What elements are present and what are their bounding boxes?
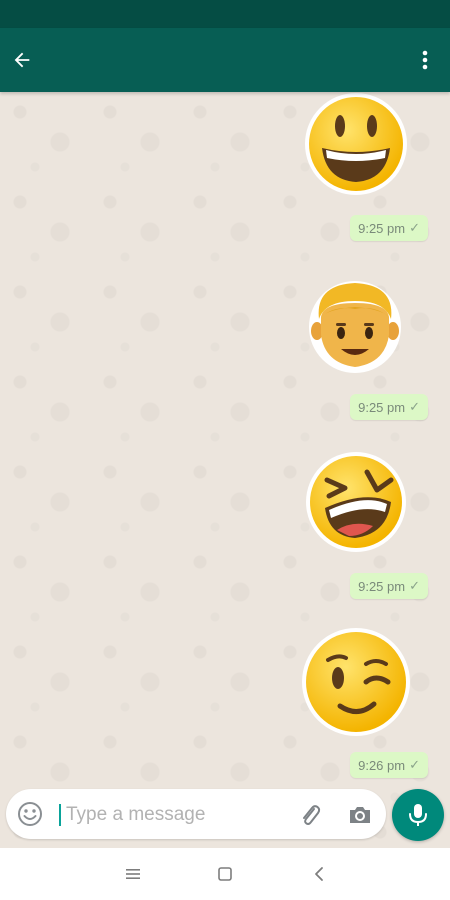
back-chevron-icon bbox=[315, 867, 323, 881]
attach-button[interactable] bbox=[296, 801, 324, 829]
more-vert-icon bbox=[422, 50, 428, 70]
message-meta: 9:26 pm ✓ bbox=[350, 752, 428, 778]
emoji-button[interactable] bbox=[16, 800, 44, 828]
overflow-menu-button[interactable] bbox=[410, 42, 440, 78]
sticker-message[interactable] bbox=[300, 626, 412, 738]
message-time: 9:25 pm bbox=[358, 399, 406, 415]
chat-area: 9:25 pm ✓ 9:25 pm ✓ 9:25 pm ✓ 9:26 pm ✓ bbox=[0, 92, 450, 847]
paperclip-icon bbox=[303, 805, 321, 825]
laughing-squint-face-sticker bbox=[306, 452, 406, 552]
message-time: 9:26 pm bbox=[358, 757, 406, 773]
sent-check-icon: ✓ bbox=[409, 757, 420, 772]
camera-button[interactable] bbox=[346, 801, 374, 829]
status-bar bbox=[0, 0, 450, 28]
back-button[interactable] bbox=[4, 42, 40, 78]
voice-record-button[interactable] bbox=[392, 789, 444, 841]
menu-icon bbox=[126, 869, 140, 879]
sent-check-icon: ✓ bbox=[409, 399, 420, 414]
message-time: 9:25 pm bbox=[358, 220, 406, 236]
grinning-face-sticker bbox=[305, 93, 407, 195]
message-meta: 9:25 pm ✓ bbox=[350, 394, 428, 420]
camera-icon bbox=[350, 807, 370, 823]
text-cursor bbox=[59, 804, 61, 826]
system-nav-bar bbox=[0, 848, 450, 900]
back-nav-button[interactable] bbox=[307, 862, 331, 886]
recents-nav-button[interactable] bbox=[121, 862, 145, 886]
sticker-message[interactable] bbox=[302, 92, 410, 198]
sticker-message[interactable] bbox=[303, 450, 409, 554]
app-bar bbox=[0, 28, 450, 92]
emoji-icon bbox=[18, 802, 42, 826]
message-input[interactable] bbox=[64, 799, 288, 831]
sent-check-icon: ✓ bbox=[409, 578, 420, 593]
home-square-icon bbox=[218, 867, 232, 881]
boy-face-sticker bbox=[309, 281, 401, 373]
message-meta: 9:25 pm ✓ bbox=[350, 573, 428, 599]
arrow-left-icon bbox=[14, 52, 30, 68]
sent-check-icon: ✓ bbox=[409, 220, 420, 235]
sticker-message[interactable] bbox=[305, 275, 405, 375]
message-meta: 9:25 pm ✓ bbox=[350, 215, 428, 241]
microphone-icon bbox=[409, 804, 427, 826]
home-nav-button[interactable] bbox=[213, 862, 237, 886]
message-time: 9:25 pm bbox=[358, 578, 406, 594]
winking-face-sticker bbox=[302, 628, 410, 736]
message-composer bbox=[6, 789, 386, 839]
